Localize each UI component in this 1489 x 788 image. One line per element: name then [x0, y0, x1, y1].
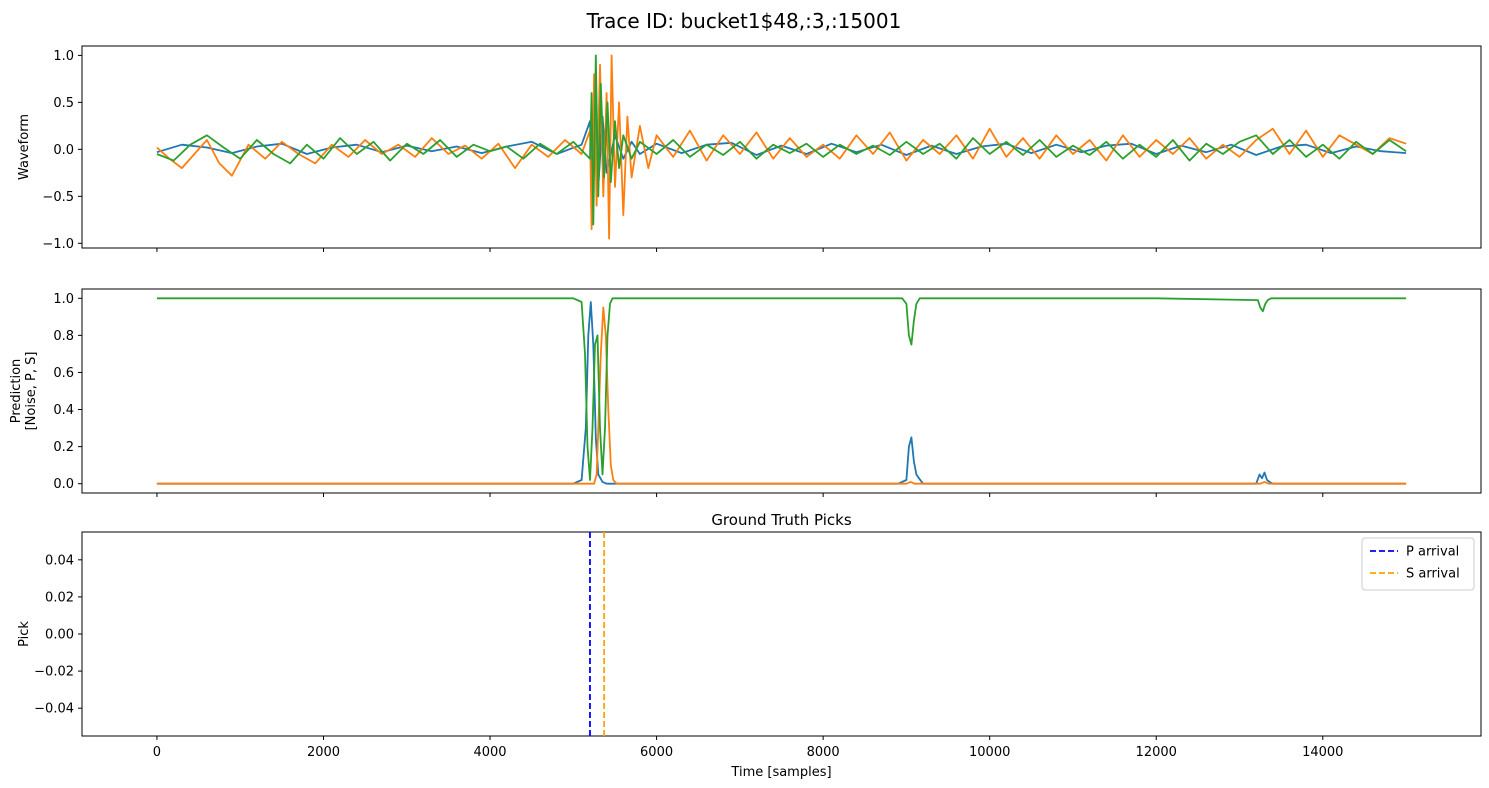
y-tick-label: 0.2 — [53, 440, 74, 455]
axes-frame — [81, 531, 1482, 737]
series-line-blue — [156, 301, 1407, 485]
x-tick-label: 0 — [153, 745, 161, 760]
plot-area — [156, 54, 1407, 240]
y-tick-label: 0.6 — [53, 366, 74, 381]
x-tick-label: 2000 — [307, 745, 340, 760]
legend: P arrival S arrival — [1361, 537, 1475, 591]
x-tick-label: 14000 — [1302, 745, 1343, 760]
figure-title: Trace ID: bucket1$48,:3,:15001 — [586, 9, 902, 33]
y-tick-label: −1.0 — [42, 237, 74, 252]
panel-1: 1.0 0.5 0.0 −0.5 −1.0 Waveform — [17, 45, 1482, 252]
y-tick-label: 0.00 — [45, 628, 74, 643]
y-tick-label: 1.0 — [53, 292, 74, 307]
y-tick-label: −0.02 — [34, 665, 74, 680]
figure: Trace ID: bucket1$48,:3,:15001 1.0 0.5 0.0… — [9, 9, 1482, 780]
y-tick-label: 1.0 — [53, 49, 74, 64]
axes-frame — [81, 288, 1482, 494]
y-axis-label: Waveform — [17, 114, 32, 180]
y-tick-label: 0.02 — [45, 590, 74, 605]
y-tick-label: −0.5 — [42, 190, 74, 205]
y-tick-label: 0.0 — [53, 477, 74, 492]
series-line-green — [156, 54, 1407, 226]
series-line-blue — [156, 82, 1407, 207]
x-tick-label: 10000 — [969, 745, 1010, 760]
y-tick-label: 0.8 — [53, 329, 74, 344]
panel-title: Ground Truth Picks — [711, 511, 852, 529]
y-tick-label: −0.04 — [34, 702, 74, 717]
y-axis-label: Prediction[Noise, P, S] — [9, 352, 39, 431]
series-line-green — [156, 297, 1407, 481]
plot-area — [589, 532, 606, 736]
y-tick-label: 0.04 — [45, 553, 74, 568]
panel-2: 0.0 0.2 0.4 0.6 0.8 1.0 Prediction[Noise, P, S… — [9, 288, 1482, 497]
x-tick-label: 4000 — [473, 745, 506, 760]
y-tick-label: 0.5 — [53, 96, 74, 111]
y-tick-label: 0.4 — [53, 403, 74, 418]
x-tick-label: 6000 — [640, 745, 673, 760]
plot-area — [156, 297, 1407, 485]
legend-label: S arrival — [1406, 567, 1460, 582]
x-tick-label: 12000 — [1136, 745, 1177, 760]
legend-label: P arrival — [1406, 545, 1459, 560]
x-tick-label: 8000 — [807, 745, 840, 760]
x-axis-label: Time [samples] — [730, 765, 831, 780]
series-line-orange — [156, 306, 1407, 485]
panel-3: 0.04 0.02 0.00 −0.02 −0.04 0 2000 4000 6000 8000 1… — [17, 511, 1482, 780]
y-tick-label: 0.0 — [53, 143, 74, 158]
y-axis-label: Pick — [17, 621, 32, 647]
